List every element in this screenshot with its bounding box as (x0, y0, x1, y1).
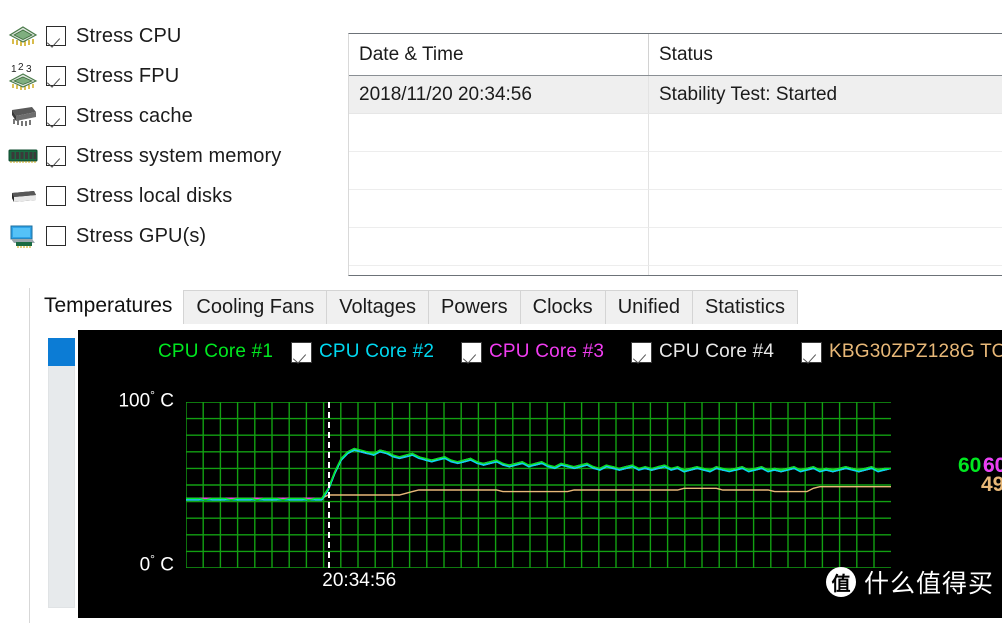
column-header-status[interactable]: Status (649, 34, 1002, 75)
event-log-table[interactable]: Date & Time Status 2018/11/20 20:34:56 St… (348, 33, 1002, 276)
stress-option-label: Stress GPU(s) (76, 224, 207, 247)
series-line (186, 447, 891, 500)
table-header-row: Date & Time Status (349, 34, 1002, 76)
cell-datetime (349, 114, 649, 152)
cell-datetime (349, 190, 649, 228)
svg-text:3: 3 (26, 64, 32, 75)
cell-datetime (349, 266, 649, 275)
series-line (186, 485, 891, 500)
legend-label: CPU Core #2 (319, 341, 435, 362)
stress-option-checkbox[interactable] (46, 26, 66, 46)
chart-tab-bar: Temperatures Cooling Fans Voltages Powers Cl… (32, 288, 798, 324)
tab-unified[interactable]: Unified (604, 290, 693, 324)
cell-status: Stability Test: Started (649, 76, 1002, 114)
table-row[interactable] (349, 266, 1002, 275)
stress-option-row[interactable]: Stress CPU (0, 16, 345, 56)
top-spacer (0, 0, 1002, 16)
tab-temperatures[interactable]: Temperatures (32, 288, 185, 324)
current-value-label: 60 (958, 454, 982, 477)
watermark-text: 什么值得买 (863, 569, 994, 598)
table-body: 2018/11/20 20:34:56 Stability Test: Start… (349, 76, 1002, 275)
gpu-card-icon (0, 216, 46, 256)
stress-option-checkbox[interactable] (46, 226, 66, 246)
hard-disk-icon (0, 176, 46, 216)
y-axis-max-label: 100° C (118, 388, 174, 412)
cell-status (649, 266, 1002, 275)
cell-datetime (349, 152, 649, 190)
stress-option-label: Stress cache (76, 104, 193, 127)
legend-checkbox[interactable] (801, 341, 822, 363)
y-axis-min-label: 0° C (139, 552, 174, 576)
stress-option-row[interactable]: Stress cache (0, 96, 345, 136)
aida64-stability-test-window: Stress CPU 1 2 3 Stress FPU Stress cache Stres… (0, 0, 1002, 623)
stress-option-label: Stress system memory (76, 144, 282, 167)
watermark-logo: 值 (825, 567, 856, 597)
cell-status (649, 228, 1002, 266)
legend-item[interactable]: CPU Core #2 (291, 341, 434, 363)
temperature-chart-panel: CPU Core #1 CPU Core #2 CPU Core #3 CPU Cor… (78, 330, 1002, 618)
table-row[interactable] (349, 228, 1002, 266)
cell-datetime (349, 228, 649, 266)
legend-label: CPU Core #3 (489, 341, 605, 362)
legend-checkbox[interactable] (631, 341, 652, 363)
tab-voltages[interactable]: Voltages (326, 290, 429, 324)
stress-option-checkbox[interactable] (46, 146, 66, 166)
series-line (186, 449, 891, 501)
time-marker-line (328, 402, 331, 568)
current-value-label: 49 (981, 473, 1002, 496)
tab-cooling-fans[interactable]: Cooling Fans (183, 290, 328, 324)
chart-scrollbar[interactable] (30, 330, 76, 618)
stress-option-row[interactable]: Stress GPU(s) (0, 216, 345, 256)
legend-label: CPU Core #1 (158, 341, 274, 362)
table-row[interactable]: 2018/11/20 20:34:56 Stability Test: Start… (349, 76, 1002, 114)
tab-clocks[interactable]: Clocks (519, 290, 606, 324)
tab-statistics[interactable]: Statistics (691, 290, 798, 324)
cell-status (649, 114, 1002, 152)
table-row[interactable] (349, 152, 1002, 190)
chart-legend: CPU Core #1 CPU Core #2 CPU Core #3 CPU Cor… (78, 330, 1002, 374)
watermark: 值 什么值得买 (825, 564, 994, 600)
table-row[interactable] (349, 114, 1002, 152)
chart-series-svg (186, 402, 891, 568)
stress-option-row[interactable]: Stress local disks (0, 176, 345, 216)
stress-options-panel: Stress CPU 1 2 3 Stress FPU Stress cache Stres… (0, 16, 345, 278)
cell-status (649, 190, 1002, 228)
cell-datetime: 2018/11/20 20:34:56 (349, 76, 649, 114)
stress-option-checkbox[interactable] (46, 66, 66, 86)
stress-option-label: Stress local disks (76, 184, 233, 207)
stress-option-label: Stress CPU (76, 24, 182, 47)
cell-status (649, 152, 1002, 190)
scrollbar-track[interactable] (48, 344, 75, 608)
stress-option-row[interactable]: 1 2 3 Stress FPU (0, 56, 345, 96)
svg-text:1: 1 (11, 64, 17, 75)
svg-text:2: 2 (18, 62, 24, 73)
legend-checkbox[interactable] (291, 341, 312, 363)
scrollbar-thumb[interactable] (48, 338, 75, 366)
legend-label: CPU Core #4 (659, 341, 775, 362)
tab-powers[interactable]: Powers (427, 290, 521, 324)
column-header-datetime[interactable]: Date & Time (349, 34, 649, 75)
legend-item[interactable]: CPU Core #3 (461, 341, 604, 363)
memory-module-icon (0, 136, 46, 176)
legend-label: KBG30ZPZ128G TOSHIB (829, 341, 1002, 362)
table-row[interactable] (349, 190, 1002, 228)
cache-chip-icon (0, 96, 46, 136)
chart-grid (186, 402, 891, 568)
stress-option-checkbox[interactable] (46, 186, 66, 206)
stress-option-row[interactable]: Stress system memory (0, 136, 345, 176)
x-axis-time-label: 20:34:56 (322, 570, 397, 591)
legend-checkbox[interactable] (461, 341, 482, 363)
stress-option-checkbox[interactable] (46, 106, 66, 126)
panel-divider (29, 288, 30, 623)
fpu-chip-icon: 123 (0, 56, 46, 96)
legend-item[interactable]: KBG30ZPZ128G TOSHIB (801, 341, 1002, 363)
legend-item[interactable]: CPU Core #1 (158, 341, 273, 363)
stress-option-label: Stress FPU (76, 64, 180, 87)
legend-item[interactable]: CPU Core #4 (631, 341, 774, 363)
cpu-chip-icon (0, 16, 46, 56)
series-line (186, 449, 891, 501)
